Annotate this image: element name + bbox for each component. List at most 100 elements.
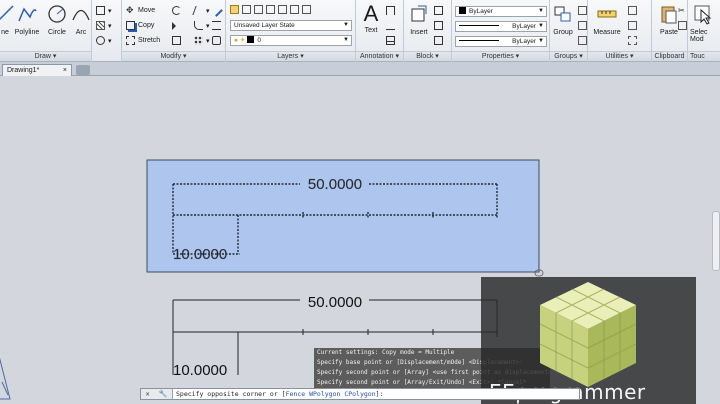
hatch-tool[interactable]: ▾ (96, 19, 112, 32)
stretch-icon (126, 36, 135, 45)
option-cpolygon[interactable]: CPolygon (344, 390, 375, 398)
move-icon: ✥ (126, 5, 134, 15)
hatch-icon (96, 21, 105, 30)
lineweight-value: ByLayer (512, 38, 536, 45)
edit-block-icon (434, 21, 443, 30)
modify-panel-title[interactable]: Modify ▾ (122, 51, 225, 61)
table-tool[interactable] (386, 34, 398, 47)
circle-button[interactable]: Circle (42, 3, 72, 47)
dimension-tool[interactable] (386, 4, 398, 17)
cut-icon: ✂ (678, 6, 685, 15)
layer-isolate-icon[interactable] (254, 5, 263, 14)
layer-dropdown[interactable]: ● ☀ 0 ▼ (230, 35, 352, 46)
offset-button[interactable] (212, 19, 224, 32)
close-command-icon[interactable]: ✕ (146, 390, 150, 398)
insert-button[interactable]: Insert (404, 3, 434, 47)
utilities-panel-title[interactable]: Utilities ▾ (588, 51, 651, 61)
create-block-icon (434, 6, 443, 15)
clipboard-panel-title[interactable]: Clipboard (652, 51, 687, 61)
edit-block-tool[interactable] (434, 19, 446, 32)
mirror-button[interactable] (172, 19, 179, 32)
ellipse-tool[interactable]: ▾ (96, 34, 112, 47)
modify-panel: ✥ Move Copy Stretch ▾ ▾ ▾ Modify ▾ (122, 0, 226, 62)
ribbon: ne Polyline Circle Arc Draw ▾ ▾ ▾ ▾ ✥ Mov… (0, 0, 720, 62)
draw-panel-title[interactable]: Draw ▾ (0, 51, 91, 61)
fillet-button[interactable]: ▾ (194, 19, 210, 32)
touch-panel: Selec Mod Touc (688, 0, 720, 62)
copy-button[interactable]: Copy (126, 19, 154, 32)
command-line-tools: ✕ 🔧 (141, 389, 173, 399)
drawing-tab[interactable]: Drawing1* × (2, 64, 72, 76)
text-button[interactable]: A Text (356, 3, 386, 47)
layer-lock-icon[interactable] (278, 5, 287, 14)
stretch-label: Stretch (138, 37, 161, 44)
stretch-button[interactable]: Stretch (126, 34, 160, 47)
arc-button[interactable]: Arc (69, 3, 93, 47)
linetype-dropdown[interactable]: ByLayer ▼ (455, 21, 547, 32)
layer-tools-row (230, 3, 314, 16)
layer-color-swatch (247, 36, 255, 43)
new-drawing-tab-button[interactable] (76, 65, 90, 75)
option-wpolygon[interactable]: WPolygon (309, 390, 340, 398)
group-button[interactable]: Group (548, 3, 578, 47)
groups-panel: Group Groups ▾ (550, 0, 588, 62)
select-mode-button[interactable]: Selec Mod (688, 3, 718, 47)
select-all-tool[interactable] (628, 34, 640, 47)
polyline-button[interactable]: Polyline (12, 3, 42, 47)
create-block-tool[interactable] (434, 4, 446, 17)
layer-off-icon[interactable] (266, 5, 275, 14)
option-fence[interactable]: Fence (286, 390, 306, 398)
arc-label: Arc (75, 29, 87, 36)
quick-calc-tool[interactable] (628, 4, 640, 17)
copy-clip-icon (678, 21, 687, 30)
circle-icon (48, 5, 66, 23)
selected-dimension-left: 10.0000 (173, 246, 227, 263)
table-icon (386, 36, 395, 45)
properties-panel-title[interactable]: Properties ▾ (452, 51, 549, 61)
navigation-bar[interactable] (712, 211, 720, 271)
layer-properties-icon[interactable] (230, 5, 239, 14)
bulb-icon: ● (234, 37, 238, 44)
clipboard-panel: Paste ✂ Clipboard (652, 0, 688, 62)
drawing-tab-label: Drawing1* (7, 67, 40, 74)
groups-panel-title[interactable]: Groups ▾ (550, 51, 587, 61)
rectangle-tool[interactable]: ▾ (96, 4, 112, 17)
measure-label: Measure (593, 29, 621, 36)
annotation-panel-title[interactable]: Annotation ▾ (356, 51, 403, 61)
sun-icon: ☀ (239, 37, 246, 44)
lineweight-dropdown[interactable]: ByLayer ▼ (455, 36, 547, 47)
attribute-icon (434, 36, 443, 45)
block-panel-title[interactable]: Block ▾ (404, 51, 451, 61)
trim-button[interactable]: ▾ (192, 4, 210, 17)
measure-button[interactable]: Measure (592, 3, 622, 47)
mirror-icon (172, 21, 176, 30)
layers-panel-title[interactable]: Layers ▾ (226, 51, 355, 61)
erase-button[interactable] (210, 4, 224, 17)
layer-match-icon[interactable] (290, 5, 299, 14)
insert-label: Insert (410, 29, 428, 36)
leader-tool[interactable] (386, 19, 398, 32)
color-dropdown[interactable]: ByLayer ▼ (455, 6, 547, 17)
explode-button[interactable] (212, 34, 224, 47)
close-tab-icon[interactable]: × (63, 65, 67, 76)
layer-freeze-icon[interactable] (242, 5, 251, 14)
id-point-tool[interactable] (628, 19, 640, 32)
attribute-tool[interactable] (434, 34, 446, 47)
array-button[interactable]: ▾ (194, 34, 210, 47)
calculator-icon (628, 6, 637, 15)
paste-icon (661, 6, 677, 24)
ungroup-icon (578, 6, 587, 15)
insert-icon (411, 5, 427, 22)
linetype-value: ByLayer (512, 23, 536, 30)
ucs-icon (0, 357, 11, 400)
rotate-button[interactable] (172, 4, 184, 17)
group-label: Group (553, 29, 573, 36)
move-button[interactable]: ✥ Move (126, 4, 155, 17)
layer-state-dropdown[interactable]: Unsaved Layer State ▼ (230, 20, 352, 31)
customize-wrench-icon[interactable]: 🔧 (159, 390, 168, 398)
touch-panel-title: Touc (688, 51, 720, 61)
command-line[interactable]: ✕ 🔧 Specify opposite corner or [Fence WP… (140, 388, 580, 400)
draw-extra-panel: ▾ ▾ ▾ (92, 0, 122, 62)
layer-walk-icon[interactable] (302, 5, 311, 14)
scale-button[interactable] (172, 34, 184, 47)
